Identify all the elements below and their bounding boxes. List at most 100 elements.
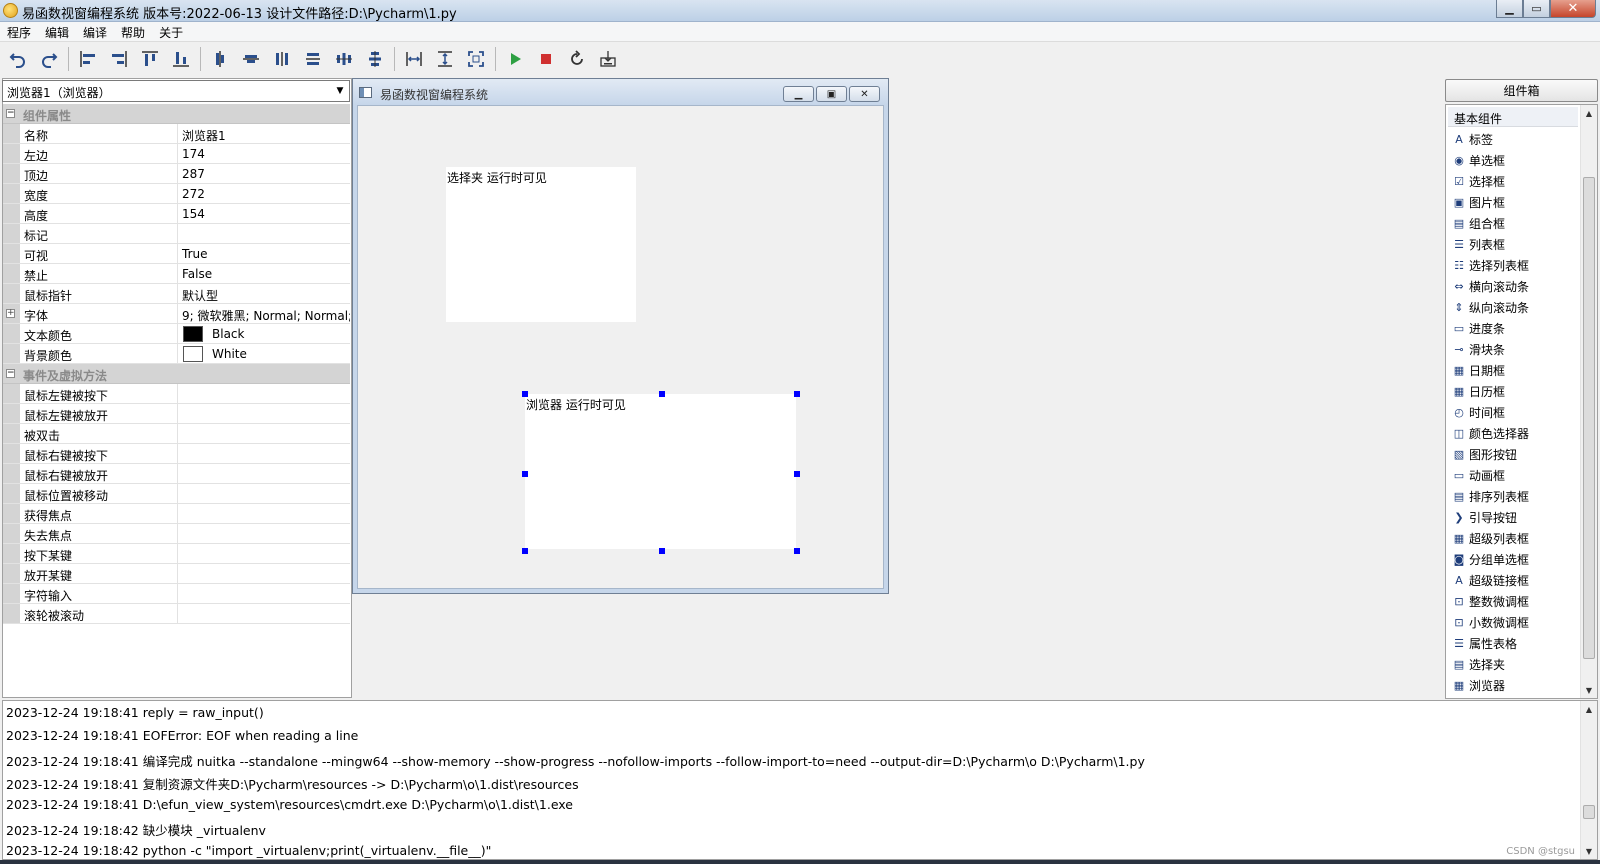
property-value[interactable]: 浏览器1 <box>178 124 350 143</box>
property-value[interactable]: 174 <box>178 144 350 163</box>
menu-help[interactable]: 帮助 <box>114 22 152 41</box>
maximize-button[interactable]: ▭ <box>1523 0 1550 18</box>
browser-control[interactable]: 浏览器 运行时可见 <box>525 394 796 549</box>
property-value[interactable]: White <box>178 344 350 363</box>
event-handler[interactable] <box>178 384 350 403</box>
collapse-icon[interactable]: − <box>6 109 15 118</box>
resize-handle[interactable] <box>522 471 528 477</box>
resize-handle[interactable] <box>522 548 528 554</box>
toolbox-item[interactable]: A 超级链接框 <box>1452 570 1529 591</box>
toolbox-item[interactable]: ▦ 日期框 <box>1452 360 1529 381</box>
event-row[interactable]: 按下某键 <box>3 544 350 564</box>
toolbox-item[interactable]: ▭ 动画框 <box>1452 465 1529 486</box>
toolbox-item[interactable]: ⇕ 纵向滚动条 <box>1452 297 1529 318</box>
scroll-up-icon[interactable]: ▲ <box>1581 701 1597 717</box>
align-left-button[interactable] <box>74 45 102 73</box>
event-handler[interactable] <box>178 564 350 583</box>
scroll-up-icon[interactable]: ▲ <box>1581 105 1597 121</box>
toolbox-scrollbar[interactable]: ▲ ▼ <box>1580 105 1597 698</box>
toolbox-item[interactable]: A 标签 <box>1452 129 1529 150</box>
collapse-icon[interactable]: − <box>6 369 15 378</box>
same-height-button[interactable] <box>431 45 459 73</box>
property-value[interactable]: 9; 微软雅黑; Normal; Normal; <box>178 304 350 323</box>
form-title-bar[interactable]: 易函数视窗编程系统 ▁ ▣ ✕ <box>353 79 888 105</box>
property-row[interactable]: 名称 浏览器1 <box>3 124 350 144</box>
align-top-button[interactable] <box>136 45 164 73</box>
distribute-horizontal-button[interactable] <box>330 45 358 73</box>
property-row[interactable]: 高度 154 <box>3 204 350 224</box>
minimize-button[interactable]: ▁ <box>1496 0 1523 18</box>
toolbox-button[interactable]: 组件箱 <box>1445 79 1598 102</box>
toolbox-item[interactable]: ◫ 颜色选择器 <box>1452 423 1529 444</box>
toolbox-item[interactable]: ⇔ 横向滚动条 <box>1452 276 1529 297</box>
run-button[interactable] <box>501 45 529 73</box>
property-row[interactable]: 文本颜色 Black <box>3 324 350 344</box>
toolbox-item[interactable]: ☑ 选择框 <box>1452 171 1529 192</box>
resize-handle[interactable] <box>794 391 800 397</box>
color-swatch[interactable] <box>183 346 203 362</box>
property-row[interactable]: 鼠标指针 默认型 <box>3 284 350 304</box>
event-row[interactable]: 滚轮被滚动 <box>3 604 350 624</box>
property-row[interactable]: 标记 <box>3 224 350 244</box>
toolbox-item[interactable]: ◉ 单选框 <box>1452 150 1529 171</box>
event-row[interactable]: 失去焦点 <box>3 524 350 544</box>
event-handler[interactable] <box>178 444 350 463</box>
event-row[interactable]: 鼠标左键被按下 <box>3 384 350 404</box>
event-handler[interactable] <box>178 424 350 443</box>
design-form-window[interactable]: 易函数视窗编程系统 ▁ ▣ ✕ 选择夹 运行时可见 浏览器 运行时可见 <box>352 78 889 594</box>
section-component-properties[interactable]: − 组件属性 <box>3 104 350 124</box>
property-row[interactable]: 左边 174 <box>3 144 350 164</box>
toolbox-item[interactable]: ▦ 日历框 <box>1452 381 1529 402</box>
expand-icon[interactable]: + <box>6 309 15 318</box>
same-width-button[interactable] <box>400 45 428 73</box>
property-row[interactable]: 背景颜色 White <box>3 344 350 364</box>
menu-about[interactable]: 关于 <box>152 22 190 41</box>
event-row[interactable]: 鼠标左键被放开 <box>3 404 350 424</box>
event-handler[interactable] <box>178 544 350 563</box>
event-handler[interactable] <box>178 464 350 483</box>
undo-button[interactable] <box>4 45 32 73</box>
property-row[interactable]: 宽度 272 <box>3 184 350 204</box>
event-row[interactable]: 鼠标右键被放开 <box>3 464 350 484</box>
toolbox-item[interactable]: ▦ 浏览器 <box>1452 675 1529 696</box>
toolbox-item[interactable]: ❯ 引导按钮 <box>1452 507 1529 528</box>
scroll-down-icon[interactable]: ▼ <box>1581 843 1597 859</box>
menu-edit[interactable]: 编辑 <box>38 22 76 41</box>
property-value[interactable]: False <box>178 264 350 283</box>
form-canvas[interactable]: 选择夹 运行时可见 浏览器 运行时可见 <box>357 105 884 589</box>
toolbox-item[interactable]: ☷ 选择列表框 <box>1452 255 1529 276</box>
toolbox-item[interactable]: ⊡ 小数微调框 <box>1452 612 1529 633</box>
section-events[interactable]: − 事件及虚拟方法 <box>3 364 350 384</box>
event-handler[interactable] <box>178 504 350 523</box>
toolbox-item[interactable]: ▤ 组合框 <box>1452 213 1529 234</box>
close-button[interactable]: ✕ <box>1550 0 1596 18</box>
scrollbar-thumb[interactable] <box>1583 805 1595 819</box>
toolbox-item[interactable]: ▣ 图片框 <box>1452 192 1529 213</box>
stop-button[interactable] <box>532 45 560 73</box>
event-row[interactable]: 鼠标位置被移动 <box>3 484 350 504</box>
property-row[interactable]: 顶边 287 <box>3 164 350 184</box>
scroll-down-icon[interactable]: ▼ <box>1581 682 1597 698</box>
property-row[interactable]: + 字体 9; 微软雅黑; Normal; Normal; <box>3 304 350 324</box>
form-maximize-button[interactable]: ▣ <box>816 86 847 102</box>
toolbox-item[interactable]: ⊡ 整数微调框 <box>1452 591 1529 612</box>
event-handler[interactable] <box>178 404 350 423</box>
toolbox-item[interactable]: ☰ 列表框 <box>1452 234 1529 255</box>
property-row[interactable]: 禁止 False <box>3 264 350 284</box>
property-value[interactable] <box>178 224 350 243</box>
toolbox-item[interactable]: ▤ 选择夹 <box>1452 654 1529 675</box>
space-vertical-button[interactable] <box>299 45 327 73</box>
property-value[interactable]: 287 <box>178 164 350 183</box>
form-close-button[interactable]: ✕ <box>849 86 880 102</box>
toolbox-item[interactable]: ▦ 超级列表框 <box>1452 528 1529 549</box>
form-minimize-button[interactable]: ▁ <box>783 86 814 102</box>
event-row[interactable]: 被双击 <box>3 424 350 444</box>
center-horizontal-button[interactable] <box>237 45 265 73</box>
resize-handle[interactable] <box>794 548 800 554</box>
distribute-vertical-button[interactable] <box>361 45 389 73</box>
tabbox-control[interactable]: 选择夹 运行时可见 <box>446 167 636 322</box>
property-value[interactable]: True <box>178 244 350 263</box>
menu-program[interactable]: 程序 <box>0 22 38 41</box>
component-selector[interactable]: 浏览器1（浏览器） ▼ <box>2 80 350 102</box>
event-handler[interactable] <box>178 524 350 543</box>
